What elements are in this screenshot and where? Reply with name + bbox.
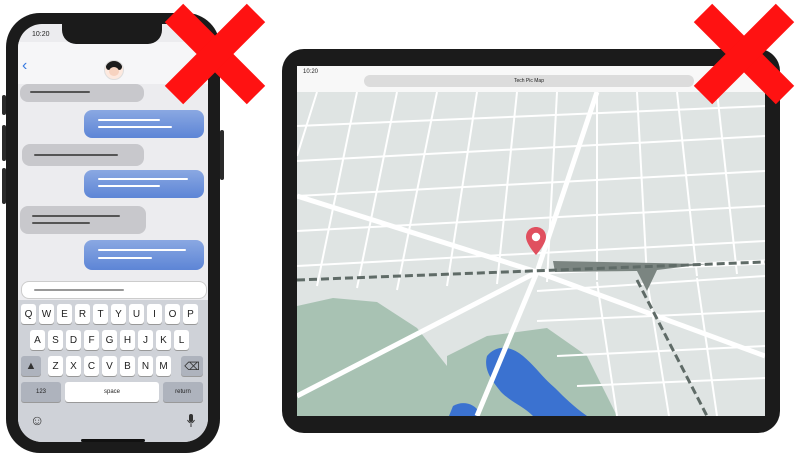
message-text-line xyxy=(32,215,120,217)
rejected-cross-icon xyxy=(163,2,267,106)
incoming-message[interactable] xyxy=(22,144,144,166)
return-key[interactable]: return xyxy=(163,382,203,402)
home-indicator[interactable] xyxy=(81,439,145,442)
key-z[interactable]: Z xyxy=(48,356,63,376)
microphone-icon[interactable] xyxy=(186,412,196,430)
tablet-status-time: 10:20 xyxy=(303,69,319,75)
phone-notch xyxy=(62,20,162,44)
emoji-icon[interactable]: ☺ xyxy=(30,412,44,428)
key-n[interactable]: N xyxy=(138,356,153,376)
message-text-line xyxy=(98,178,188,180)
tablet-screen: 10:20 Tech Pic Map xyxy=(297,66,765,416)
outgoing-message[interactable] xyxy=(84,170,204,198)
microphone-glyph xyxy=(187,414,195,427)
phone-volume-down xyxy=(2,168,6,204)
space-key[interactable]: space xyxy=(65,382,159,402)
shift-arrow-icon: ▲ xyxy=(25,360,37,372)
key-h[interactable]: H xyxy=(120,330,135,350)
message-text-line xyxy=(32,222,90,224)
incoming-message[interactable] xyxy=(20,206,146,234)
key-r[interactable]: R xyxy=(75,304,90,324)
incoming-message[interactable] xyxy=(20,84,144,102)
key-b[interactable]: B xyxy=(120,356,135,376)
key-l[interactable]: L xyxy=(174,330,189,350)
message-text-line xyxy=(98,257,152,259)
outgoing-message[interactable] xyxy=(84,240,204,270)
key-s[interactable]: S xyxy=(48,330,63,350)
phone-status-time: 10:20 xyxy=(32,31,50,38)
rejected-cross-icon xyxy=(692,2,796,106)
message-text-line xyxy=(98,126,172,128)
backspace-key[interactable]: ⌫ xyxy=(181,356,203,376)
key-c[interactable]: C xyxy=(84,356,99,376)
message-text-line xyxy=(34,154,118,156)
key-p[interactable]: P xyxy=(183,304,198,324)
message-text-line xyxy=(30,91,90,93)
location-pin-icon[interactable] xyxy=(525,226,547,256)
keyboard: Q W E R T Y U I O P A S D F G H J K L ▲ … xyxy=(18,300,208,442)
key-i[interactable]: I xyxy=(147,304,162,324)
key-t[interactable]: T xyxy=(93,304,108,324)
key-d[interactable]: D xyxy=(66,330,81,350)
phone-power-button xyxy=(220,130,224,180)
key-e[interactable]: E xyxy=(57,304,72,324)
numbers-key[interactable]: 123 xyxy=(21,382,61,402)
key-y[interactable]: Y xyxy=(111,304,126,324)
avatar[interactable] xyxy=(104,60,124,80)
key-j[interactable]: J xyxy=(138,330,153,350)
avatar-face xyxy=(109,67,119,76)
key-u[interactable]: U xyxy=(129,304,144,324)
key-f[interactable]: F xyxy=(84,330,99,350)
key-x[interactable]: X xyxy=(66,356,81,376)
key-v[interactable]: V xyxy=(102,356,117,376)
phone-mute-switch xyxy=(2,95,6,115)
shift-key[interactable]: ▲ xyxy=(21,356,41,376)
address-bar[interactable]: Tech Pic Map xyxy=(364,75,694,87)
key-a[interactable]: A xyxy=(30,330,45,350)
key-w[interactable]: W xyxy=(39,304,54,324)
key-g[interactable]: G xyxy=(102,330,117,350)
message-input-text xyxy=(34,289,124,291)
key-q[interactable]: Q xyxy=(21,304,36,324)
backspace-icon: ⌫ xyxy=(184,360,200,373)
key-o[interactable]: O xyxy=(165,304,180,324)
message-text-line xyxy=(98,249,186,251)
phone-volume-up xyxy=(2,125,6,161)
key-m[interactable]: M xyxy=(156,356,171,376)
message-input[interactable] xyxy=(21,281,207,299)
message-text-line xyxy=(98,185,160,187)
chevron-left-icon[interactable]: ‹ xyxy=(22,58,27,74)
key-k[interactable]: K xyxy=(156,330,171,350)
outgoing-message[interactable] xyxy=(84,110,204,138)
message-text-line xyxy=(98,119,160,121)
